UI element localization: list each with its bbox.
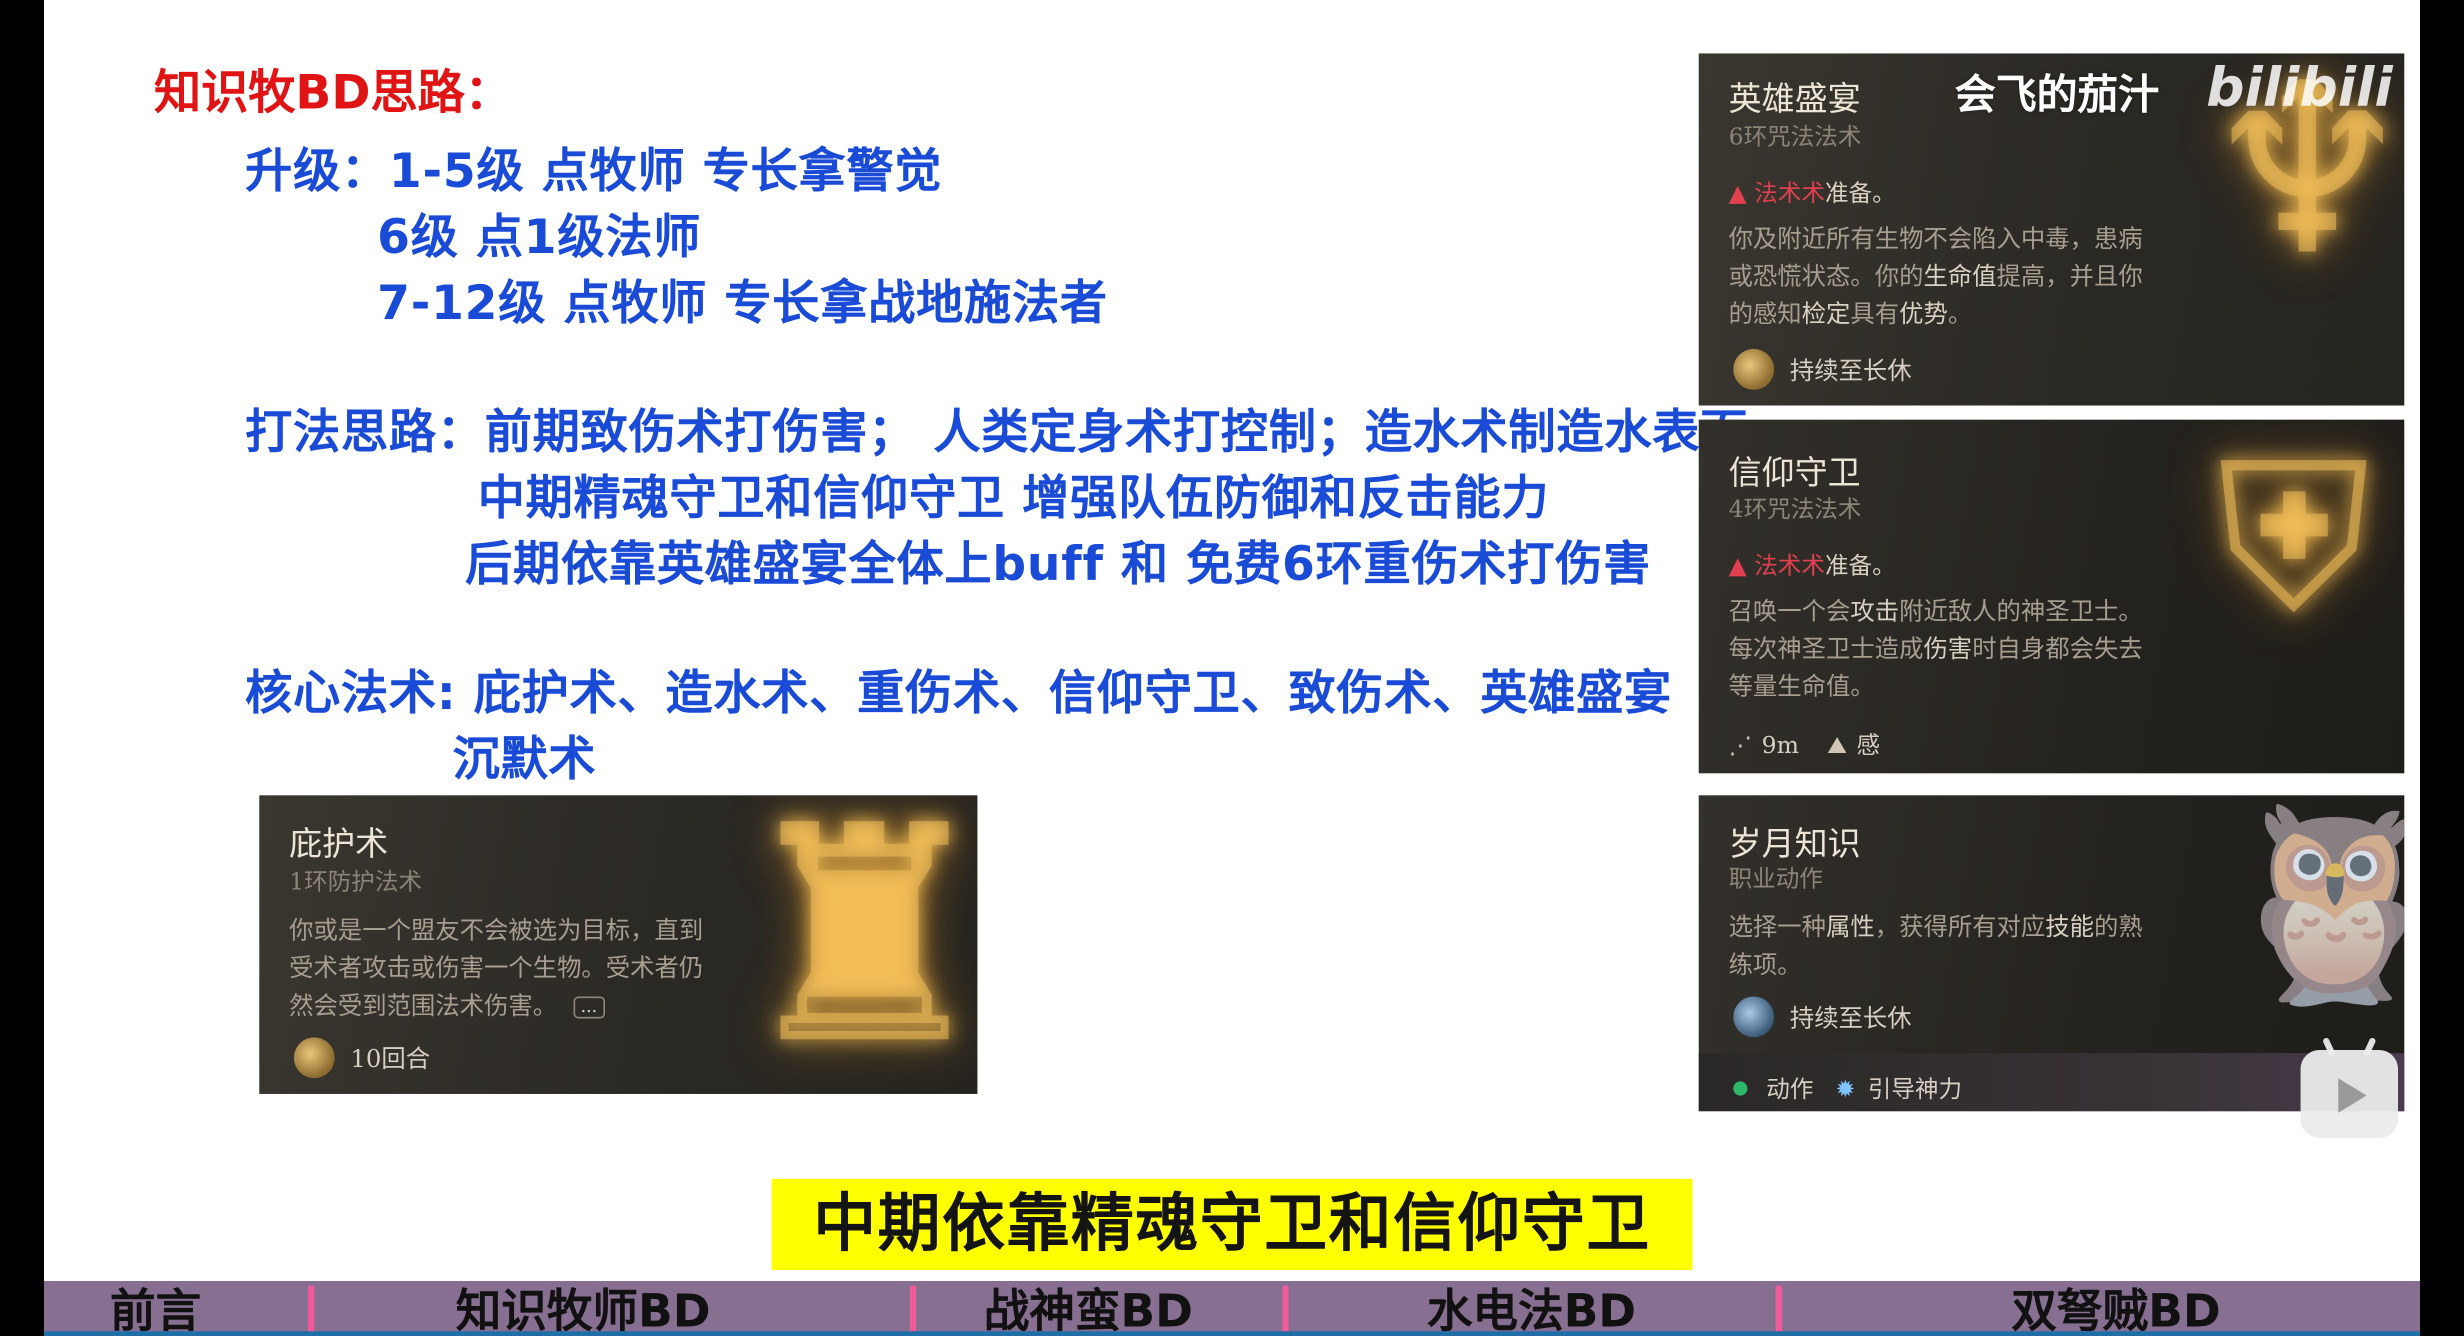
- card-subtitle: 6环咒法法术: [1728, 122, 1862, 151]
- card-title: 岁月知识: [1728, 825, 1861, 863]
- card-title: 信仰守卫: [1728, 454, 1861, 492]
- card-requirement: ▲ 法术术准备。: [1728, 179, 1896, 208]
- channel-divinity-icon: ✹: [1835, 1074, 1856, 1103]
- action-card-knowledge-of-ages: 🦉 岁月知识 职业动作 选择一种属性，获得所有对应技能的熟 练项。 持续至长休 …: [1698, 795, 2405, 1112]
- card-title: 庇护术: [289, 825, 389, 863]
- chapter-separator: [909, 1285, 917, 1333]
- strategy-line-2: 中期精魂守卫和信仰守卫 增强队伍防御和反击能力: [477, 471, 1550, 527]
- play-button[interactable]: [2300, 1036, 2399, 1138]
- video-subtitle: 中期依靠精魂守卫和信仰守卫: [771, 1178, 1693, 1270]
- card-description: 召唤一个会攻击附近敌人的神圣卫士。 每次神圣卫士造成伤害时自身都会失去 等量生命…: [1728, 597, 2143, 702]
- core-spells-line-1: 核心法术: 庇护术、造水术、重伤术、信仰守卫、致伤术、英雄盛宴: [245, 666, 1672, 722]
- upgrade-line-3: 7-12级 点牧师 专长拿战地施法者: [377, 276, 1108, 332]
- core-spells-label: 核心法术:: [245, 666, 457, 722]
- upgrade-line-1: 升级：1-5级 点牧师 专长拿警觉: [245, 144, 943, 200]
- core-spells-line-2: 沉默术: [452, 732, 597, 788]
- strategy-line-1: 打法思路：前期致伤术打伤害； 人类定身术打控制；造水术制造水表面: [245, 405, 1749, 461]
- chapter-knowledge-cleric[interactable]: 知识牧师BD: [456, 1281, 711, 1336]
- card-description: 你及附近所有生物不会陷入中毒，患病 或恐慌状态。你的生命值提高，并且你 的感知检…: [1728, 224, 2143, 329]
- sanctuary-art-icon: ♜: [730, 795, 978, 1094]
- card-duration: 持续至长休: [1733, 348, 1912, 390]
- upgrade-label: 升级：: [245, 144, 389, 200]
- card-duration: 10回合: [293, 1037, 430, 1079]
- chapter-water-lightning-mage[interactable]: 水电法BD: [1427, 1281, 1636, 1336]
- sanctuary-icon: [293, 1037, 335, 1079]
- action-dot-icon: [1733, 1081, 1748, 1096]
- strategy-label: 打法思路：: [245, 405, 485, 461]
- card-description: 选择一种属性，获得所有对应技能的熟 练项。: [1728, 913, 2143, 980]
- card-duration: 持续至长休: [1733, 996, 1912, 1038]
- owl-icon: [1733, 996, 1775, 1038]
- chapter-intro[interactable]: 前言: [110, 1281, 201, 1336]
- video-frame: 知识牧BD思路： 升级：1-5级 点牧师 专长拿警觉 6级 点1级法师 7-12…: [0, 0, 2464, 1336]
- uploader-watermark: 会飞的茄汁: [1954, 72, 2160, 120]
- range-icon: ⋰: [1728, 730, 1753, 759]
- bilibili-logo: bilibili: [2206, 56, 2393, 120]
- shield-art-icon: ⛨: [2217, 419, 2371, 657]
- warning-icon: ▲: [1728, 551, 1755, 580]
- card-subtitle: 4环咒法法术: [1728, 495, 1862, 524]
- chapter-separator: [308, 1285, 315, 1333]
- upgrade-line-2: 6级 点1级法师: [377, 210, 702, 266]
- warning-icon: ▲: [1728, 179, 1755, 208]
- play-icon: [2338, 1078, 2367, 1113]
- card-requirement: ▲ 法术术准备。: [1728, 551, 1896, 580]
- sense-icon: ⛰: [1827, 730, 1848, 759]
- chapter-dual-crossbow-rogue[interactable]: 双弩贼BD: [2011, 1281, 2220, 1336]
- chalice-icon: [1733, 348, 1775, 390]
- card-description: 你或是一个盟友不会被选为目标，直到 受术者攻击或伤害一个生物。受术者仍 然会受到…: [289, 916, 704, 1021]
- chapter-separator: [1282, 1285, 1289, 1333]
- strategy-line-3: 后期依靠英雄盛宴全体上buff 和 免费6环重伤术打伤害: [465, 537, 1652, 593]
- spell-card-sanctuary: ♜ 庇护术 1环防护法术 你或是一个盟友不会被选为目标，直到 受术者攻击或伤害一…: [259, 795, 978, 1094]
- card-costs: 动作 ✹ 引导神力: [1733, 1072, 1962, 1105]
- card-title: 英雄盛宴: [1728, 80, 1861, 118]
- card-subtitle: 职业动作: [1728, 864, 1823, 893]
- progress-track[interactable]: [44, 1331, 2421, 1336]
- chapter-bar[interactable]: 前言 知识牧师BD 战神蛮BD 水电法BD 双弩贼BD: [44, 1280, 2421, 1336]
- chapter-war-barbarian[interactable]: 战神蛮BD: [984, 1281, 1193, 1336]
- slide-heading: 知识牧BD思路：: [154, 66, 512, 122]
- spell-card-guardian-of-faith: ⛨ 信仰守卫 4环咒法法术 ▲ 法术术准备。 召唤一个会攻击附近敌人的神圣卫士。…: [1698, 419, 2405, 774]
- card-subtitle: 1环防护法术: [289, 867, 423, 896]
- more-button[interactable]: ...: [572, 996, 606, 1019]
- card-range: ⋰ 9m ⛰ 感: [1728, 730, 1881, 760]
- chapter-separator: [1775, 1285, 1783, 1333]
